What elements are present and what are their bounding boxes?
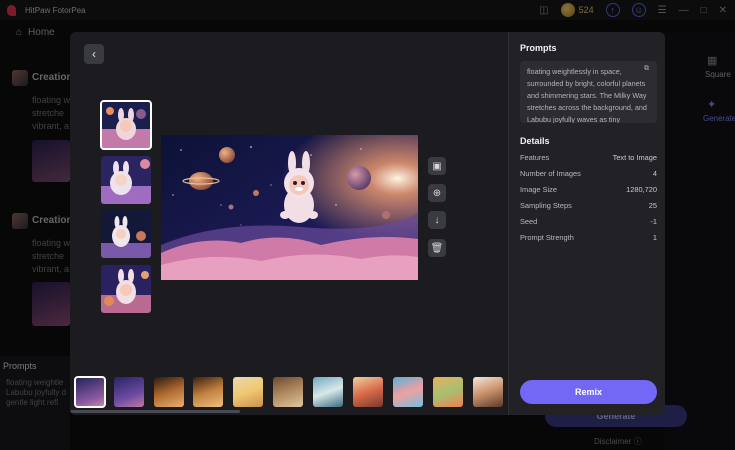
download-icon: ↓: [434, 214, 440, 226]
set-image-button[interactable]: ▣: [428, 157, 446, 175]
history-item[interactable]: [193, 377, 223, 407]
history-item[interactable]: [74, 376, 106, 408]
history-item[interactable]: [393, 377, 423, 407]
detail-row-sampling-steps: Sampling Steps 25: [520, 201, 657, 210]
history-item[interactable]: [273, 377, 303, 407]
prompts-heading: Prompts: [520, 43, 557, 53]
thumbnail-1[interactable]: [100, 100, 152, 150]
image-icon: ▣: [432, 160, 442, 172]
history-item[interactable]: [154, 377, 184, 407]
detail-row-image-size: Image Size 1280,720: [520, 185, 657, 194]
prompt-text: floating weightlessly in space, surround…: [527, 67, 647, 123]
download-button[interactable]: ↓: [428, 211, 446, 229]
detail-row-prompt-strength: Prompt Strength 1: [520, 233, 657, 242]
image-viewer: ‹ ▣ ⊕ ↓ 🗑: [70, 32, 508, 415]
thumbnail-2[interactable]: [101, 156, 151, 204]
image-detail-modal: ‹ ▣ ⊕ ↓ 🗑 Prompts floating weightlessly …: [70, 32, 665, 415]
main-preview-image: [161, 135, 418, 280]
back-icon: ‹: [92, 47, 96, 61]
prompt-box: floating weightlessly in space, surround…: [520, 61, 657, 123]
remix-button[interactable]: Remix: [520, 380, 657, 404]
detail-row-number-of-images: Number of Images 4: [520, 169, 657, 178]
history-item[interactable]: [473, 377, 503, 407]
history-item[interactable]: [353, 377, 383, 407]
history-item[interactable]: [433, 377, 463, 407]
copy-icon[interactable]: ⧉: [644, 65, 652, 73]
zoom-in-button[interactable]: ⊕: [428, 184, 446, 202]
history-scrollbar[interactable]: [70, 410, 508, 413]
history-item[interactable]: [233, 377, 263, 407]
history-item[interactable]: [114, 377, 144, 407]
delete-button[interactable]: 🗑: [428, 239, 446, 257]
details-panel: Prompts floating weightlessly in space, …: [508, 32, 665, 415]
trash-icon: 🗑: [430, 242, 444, 254]
details-heading: Details: [520, 136, 550, 146]
history-item[interactable]: [313, 377, 343, 407]
back-button[interactable]: ‹: [84, 44, 104, 64]
scrollbar-thumb[interactable]: [70, 410, 240, 413]
zoom-in-icon: ⊕: [432, 187, 442, 199]
detail-row-seed: Seed -1: [520, 217, 657, 226]
thumbnail-4[interactable]: [101, 265, 151, 313]
detail-row-features: Features Text to Image: [520, 153, 657, 162]
thumbnail-3[interactable]: [101, 210, 151, 258]
history-strip: [70, 376, 508, 410]
